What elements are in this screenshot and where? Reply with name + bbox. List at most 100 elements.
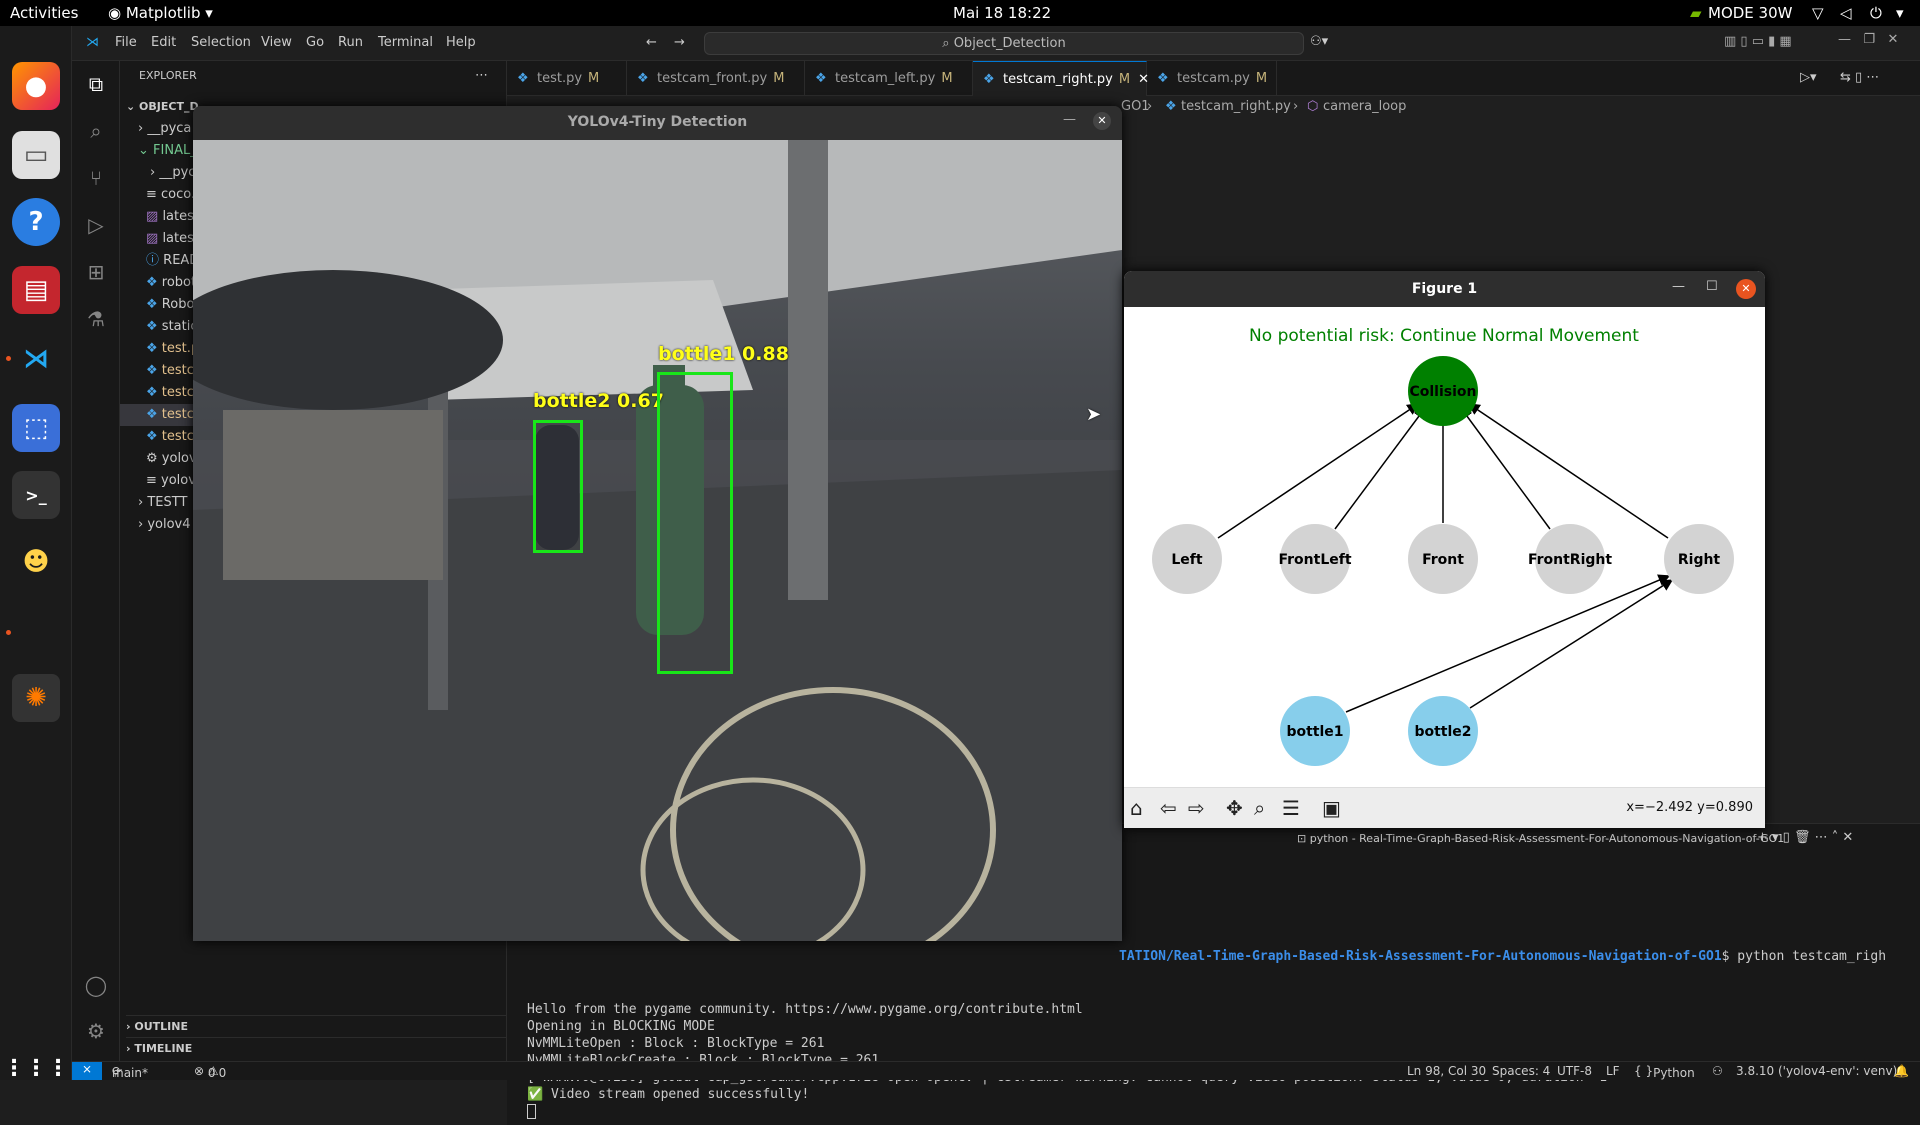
explorer-title: EXPLORER [139,69,197,82]
breadcrumb-file[interactable]: testcam_right.py [1181,96,1291,118]
menu-file[interactable]: File [115,35,137,50]
terminal-actions[interactable]: + ▾ ▯ 🗑 ⋯ ˄ ✕ [1757,830,1853,845]
forward-icon[interactable]: ⇨ [1188,796,1205,820]
files-icon[interactable]: ▭ [12,131,60,179]
layout-icons[interactable]: ▥ ▯ ▭ ▮ ▦ [1724,34,1792,49]
explorer-icon[interactable]: ⧉ [84,72,108,96]
python-file-icon: ❖ [146,341,158,356]
close-icon[interactable]: ✕ [1093,112,1111,130]
python-file-icon: ❖ [1165,99,1177,114]
app-red-icon[interactable]: ▤ [12,266,60,314]
minimize-icon[interactable]: — [1063,112,1076,127]
matplotlib-icon[interactable]: ✺ [12,674,60,722]
source-control-icon[interactable]: ⑂ [84,166,108,190]
help-icon[interactable]: ? [12,198,60,246]
python-file-icon: ❖ [146,385,158,400]
split-editor-icon[interactable]: ⇆ ▯ ⋯ [1840,70,1879,85]
edge-bottle1-right [1345,574,1671,713]
run-icon[interactable]: ▷▾ [1800,70,1817,85]
pan-icon[interactable]: ✥ [1226,796,1243,820]
pygame-icon[interactable]: ☻ [12,538,60,586]
system-top-bar: Activities ◉ Matplotlib ▾ Mai 18 18:22 ▰… [0,0,1920,26]
breadcrumb-sep: › [1293,99,1299,114]
maximize-icon[interactable]: ☐ [1706,279,1718,294]
firefox-icon[interactable]: ● [12,62,60,110]
wifi-icon[interactable]: ▽ [1812,4,1824,22]
python-file-icon: ❖ [146,275,158,290]
volume-icon[interactable]: ◁ [1840,4,1852,22]
terminal-title[interactable]: ⊡ python - Real-Time-Graph-Based-Risk-As… [1297,832,1784,845]
run-debug-icon[interactable]: ▷ [84,213,108,237]
menu-view[interactable]: View [261,35,292,50]
home-icon[interactable]: ⌂ [1130,796,1143,820]
interpreter-status[interactable]: 3.8.10 ('yolov4-env': venv) [1736,1064,1897,1078]
app-menu[interactable]: ◉ Matplotlib ▾ [108,4,213,22]
screenshot-icon[interactable]: ⬚ [12,404,60,452]
terminal-icon: ⊡ [1297,832,1310,845]
language-status[interactable]: { } Python [1634,1064,1695,1080]
timeline-section[interactable]: › TIMELINE [126,1037,513,1059]
tab-testcam-left[interactable]: ❖ testcam_left.py M [805,61,973,96]
show-apps-icon[interactable]: ⋮⋮⋮ [3,1044,69,1092]
save-icon[interactable]: ▣ [1322,796,1341,820]
tab-testcam-front[interactable]: ❖ testcam_front.py M [627,61,805,96]
power-mode[interactable]: MODE 30W [1708,4,1792,22]
vscode-logo-icon: ⋊ [86,35,99,50]
copilot-icon[interactable]: ⚇▾ [1310,34,1328,49]
extensions-icon[interactable]: ⊞ [84,260,108,284]
close-icon[interactable]: ✕ [1736,279,1756,299]
menu-go[interactable]: Go [306,35,324,50]
tab-testcam[interactable]: ❖ testcam.py M [1147,61,1277,96]
tab-testcam-right[interactable]: ❖ testcam_right.py M ✕ [973,61,1149,96]
activities-button[interactable]: Activities [10,4,78,22]
python-file-icon: ❖ [815,71,827,86]
terminal-icon[interactable]: >_ [12,471,60,519]
figure-window-title: Figure 1 [1124,271,1765,307]
account-icon[interactable]: ◯ [84,973,108,997]
editor-tabs: ❖ test.py M ❖ testcam_front.py M ❖ testcam_le… [507,61,1920,96]
search-icon[interactable]: ⌕ [84,119,108,143]
problems-status[interactable]: ⊗ 0 ⚠ 0 [194,1064,226,1080]
terminal-cursor[interactable] [527,1104,536,1119]
python-file-icon: ❖ [146,363,158,378]
tab-test-py[interactable]: ❖ test.py M [507,61,627,96]
menu-selection[interactable]: Selection [191,35,251,50]
configure-subplots-icon[interactable]: ☰ [1282,796,1300,820]
detection-box-bottle2 [533,420,583,553]
forward-icon[interactable]: → [674,35,685,50]
menu-terminal[interactable]: Terminal [378,35,433,50]
copilot-status-icon[interactable]: ⚇ [1712,1064,1723,1078]
bell-icon[interactable]: 🔔 [1894,1064,1909,1078]
node-label-front: Front [1422,552,1464,568]
running-indicator [6,356,11,361]
menu-help[interactable]: Help [446,35,476,50]
outline-section[interactable]: › OUTLINE [126,1015,513,1037]
function-icon: ⬡ [1307,99,1319,114]
menu-run[interactable]: Run [338,35,363,50]
python-file-icon: ❖ [146,319,158,334]
breadcrumb-symbol[interactable]: camera_loop [1323,96,1406,118]
chevron-down-icon[interactable]: ▾ [1896,4,1904,22]
more-actions-icon[interactable]: ⋯ [475,65,495,87]
back-icon[interactable]: ← [646,35,657,50]
clock[interactable]: Mai 18 18:22 [953,4,1051,22]
remote-icon[interactable]: ⨯ [72,1062,102,1080]
cursor-position[interactable]: Ln 98, Col 30 [1407,1064,1486,1078]
eol-status[interactable]: LF [1606,1064,1620,1078]
power-icon[interactable]: ⏻ [1870,4,1882,22]
back-icon[interactable]: ⇦ [1160,796,1177,820]
window-controls[interactable]: — ❐ ✕ [1838,32,1898,47]
command-center[interactable]: ⌕ Object_Detection [704,32,1304,55]
vscode-icon[interactable]: ⋊ [12,335,60,383]
branch-status[interactable]: ⑂ main* ⟳ [112,1064,148,1080]
figure-toolbar: ⌂ ⇦ ⇨ ✥ ⌕ ☰ ▣ x=−2.492 y=0.890 [1124,787,1765,828]
running-indicator [6,630,11,635]
settings-gear-icon[interactable]: ⚙ [84,1019,108,1043]
testing-icon[interactable]: ⚗ [84,307,108,331]
encoding-status[interactable]: UTF-8 [1557,1064,1592,1078]
zoom-icon[interactable]: ⌕ [1254,796,1265,820]
breadcrumb-part[interactable]: GO1 [1121,96,1150,118]
menu-edit[interactable]: Edit [151,35,176,50]
indent-status[interactable]: Spaces: 4 [1492,1064,1550,1078]
minimize-icon[interactable]: — [1672,279,1685,294]
